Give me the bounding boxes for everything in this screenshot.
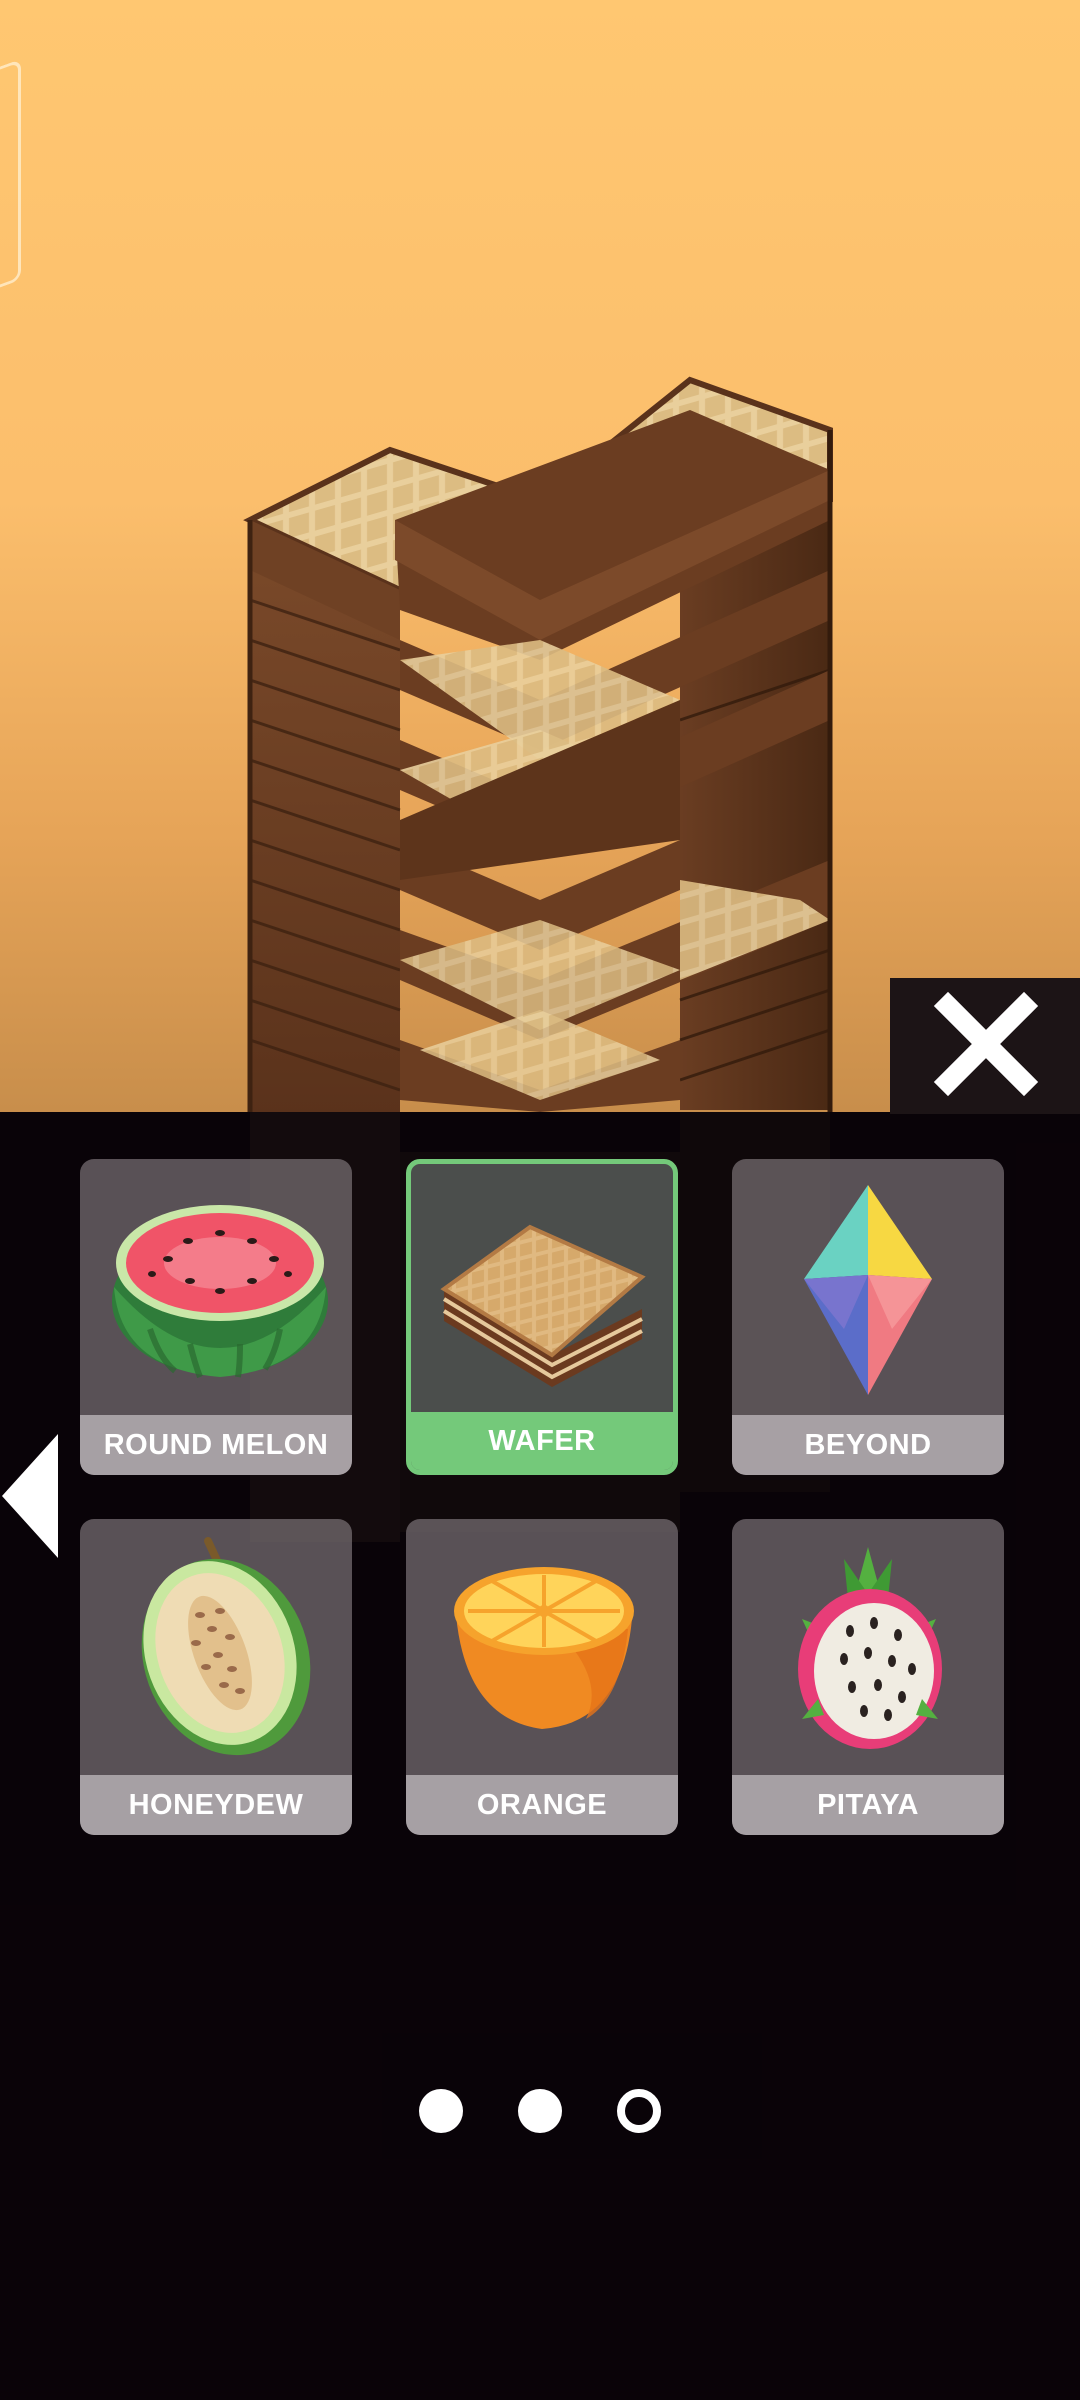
skin-tile-round-melon[interactable]: ROUND MELON	[80, 1159, 352, 1475]
page-dot-3-current[interactable]	[617, 2089, 661, 2133]
skin-name: HONEYDEW	[128, 1788, 304, 1821]
skin-label-bar: BEYOND	[732, 1415, 1004, 1475]
skin-name: WAFER	[488, 1424, 596, 1457]
skin-label-bar: ORANGE	[406, 1775, 678, 1835]
skin-tile-wafer[interactable]: WAFER	[406, 1159, 678, 1475]
skin-name: BEYOND	[804, 1428, 932, 1461]
skin-tile-honeydew[interactable]: HONEYDEW	[80, 1519, 352, 1835]
skin-name: PITAYA	[817, 1788, 919, 1821]
skin-tile-pitaya[interactable]: PITAYA	[732, 1519, 1004, 1835]
close-x-icon[interactable]	[932, 990, 1040, 1098]
honeydew-half-icon	[141, 1537, 311, 1756]
orange-half-icon	[454, 1567, 634, 1729]
pitaya-half-icon	[798, 1547, 942, 1749]
skin-label-bar: ROUND MELON	[80, 1415, 352, 1475]
crystal-icon	[804, 1185, 932, 1395]
skin-label-bar: PITAYA	[732, 1775, 1004, 1835]
skin-label-bar: HONEYDEW	[80, 1775, 352, 1835]
skin-name: ORANGE	[476, 1788, 608, 1821]
watermelon-half-icon	[112, 1205, 328, 1379]
skin-label-bar: WAFER	[411, 1412, 673, 1470]
skin-tile-beyond[interactable]: BEYOND	[732, 1159, 1004, 1475]
page-dot-2[interactable]	[518, 2089, 562, 2133]
game-scene	[0, 0, 1080, 1112]
page-dot-1[interactable]	[419, 2089, 463, 2133]
skin-tile-orange[interactable]: ORANGE	[406, 1519, 678, 1835]
wafer-tower	[243, 376, 833, 1112]
wafer-icon	[440, 1224, 646, 1387]
triangle-left-icon[interactable]	[0, 1432, 60, 1560]
skin-name: ROUND MELON	[103, 1428, 329, 1461]
